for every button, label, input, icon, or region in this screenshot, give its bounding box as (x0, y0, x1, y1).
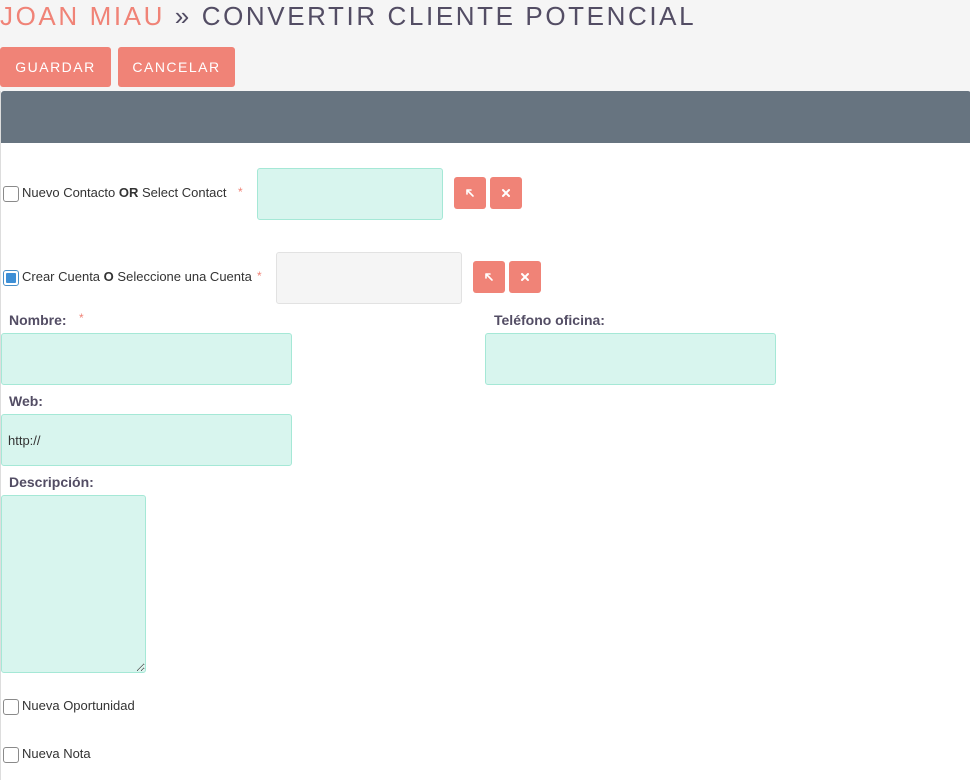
select-contact-label-text: Select Contact (141, 185, 227, 200)
x-icon (501, 188, 511, 198)
account-select-input[interactable] (276, 252, 462, 304)
cancel-button[interactable]: CANCELAR (118, 47, 235, 87)
create-account-label: Crear Cuenta O Seleccione una Cuenta (22, 269, 252, 284)
new-contact-or-text: OR (118, 185, 139, 200)
create-account-or-text: O (103, 269, 114, 284)
save-button[interactable]: GUARDAR (0, 47, 111, 87)
web-label: Web: (9, 393, 43, 409)
name-label: Nombre: (9, 312, 67, 328)
select-account-label-text: Seleccione una Cuenta (117, 269, 252, 284)
description-textarea[interactable] (1, 495, 146, 673)
arrow-up-left-icon (465, 188, 475, 198)
new-contact-label: Nuevo Contacto OR Select Contact (22, 185, 227, 200)
new-contact-label-text: Nuevo Contacto (22, 185, 116, 200)
create-account-checkbox[interactable] (3, 270, 19, 286)
new-contact-checkbox[interactable] (3, 186, 19, 202)
select-contact-button[interactable] (454, 177, 486, 209)
contact-required-mark: * (238, 185, 243, 199)
new-note-checkbox[interactable] (3, 747, 19, 763)
new-opportunity-checkbox[interactable] (3, 699, 19, 715)
select-account-button[interactable] (473, 261, 505, 293)
name-input[interactable] (1, 333, 292, 385)
new-note-label: Nueva Nota (22, 746, 91, 761)
new-opportunity-label: Nueva Oportunidad (22, 698, 135, 713)
office-phone-label: Teléfono oficina: (494, 312, 605, 328)
name-required-mark: * (79, 311, 84, 325)
page-title: JOAN MIAU » CONVERTIR CLIENTE POTENCIAL (0, 0, 696, 32)
account-required-mark: * (257, 269, 262, 283)
contact-select-input[interactable] (257, 168, 443, 220)
clear-contact-button[interactable] (490, 177, 522, 209)
clear-account-button[interactable] (509, 261, 541, 293)
description-label: Descripción: (9, 474, 94, 490)
office-phone-input[interactable] (485, 333, 776, 385)
x-icon (520, 272, 530, 282)
convert-form-panel: Nuevo Contacto OR Select Contact * Crear… (0, 91, 970, 780)
arrow-up-left-icon (484, 272, 494, 282)
web-input[interactable] (1, 414, 292, 466)
panel-header (1, 91, 970, 143)
record-name[interactable]: JOAN MIAU (0, 1, 165, 31)
breadcrumb-separator: » (174, 1, 192, 31)
create-account-label-text: Crear Cuenta (22, 269, 101, 284)
page-action-title: CONVERTIR CLIENTE POTENCIAL (201, 1, 697, 31)
